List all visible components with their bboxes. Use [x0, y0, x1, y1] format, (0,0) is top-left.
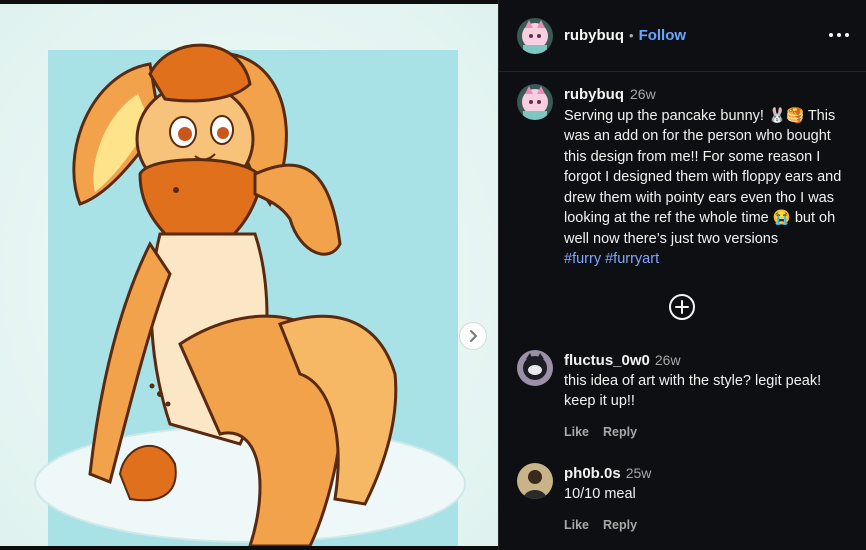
separator-dot: • [629, 28, 634, 43]
comment-item: ph0b.0s 25w 10/10 meal Like Reply [517, 463, 851, 535]
caption-body: rubybuq 26w Serving up the pancake bunny!… [564, 84, 851, 270]
plus-circle-icon [675, 300, 689, 314]
avatar-image [517, 17, 553, 54]
comment-time[interactable]: 25w [626, 465, 652, 481]
author-avatar[interactable] [517, 17, 553, 54]
author-username[interactable]: rubybuq [564, 27, 624, 44]
avatar-image [517, 463, 553, 499]
comment-author[interactable]: fluctus_0w0 [564, 352, 650, 369]
post-details-panel: rubybuq • Follow rubybuq26w Serving up [498, 0, 866, 550]
post-image[interactable] [0, 4, 498, 546]
instagram-post-view: rubybuq • Follow rubybuq26w Serving up [0, 0, 866, 550]
avatar-image [517, 84, 553, 120]
reply-button[interactable]: Reply [603, 425, 637, 439]
bunny-artwork [0, 4, 498, 546]
comment-time[interactable]: 26w [655, 352, 681, 368]
reply-button[interactable]: Reply [603, 518, 637, 532]
commenter-avatar[interactable] [517, 350, 553, 386]
caption-author-avatar[interactable] [517, 84, 553, 120]
hashtag-link[interactable]: #furry [564, 251, 601, 267]
comment-actions: Like Reply [564, 422, 850, 442]
hashtag-link[interactable]: #furryart [605, 251, 659, 267]
follow-button[interactable]: Follow [639, 27, 687, 44]
chevron-right-icon [470, 330, 477, 342]
load-more-comments-button[interactable] [669, 294, 695, 320]
like-button[interactable]: Like [564, 518, 589, 532]
caption-text: Serving up the pancake bunny! 🐰🥞 This wa… [564, 107, 842, 247]
comment-body: ph0b.0s 25w 10/10 meal Like Reply [564, 463, 850, 535]
commenter-avatar[interactable] [517, 463, 553, 499]
next-image-button[interactable] [459, 322, 487, 350]
more-options-icon[interactable] [829, 30, 849, 40]
comment-actions: Like Reply [564, 515, 850, 535]
post-header: rubybuq • Follow [499, 0, 866, 72]
caption-author[interactable]: rubybuq [564, 86, 624, 103]
caption-time[interactable]: 26w [630, 86, 656, 102]
avatar-image [517, 350, 553, 386]
comment-item: fluctus_0w0 26w this idea of art with the… [517, 350, 851, 442]
like-button[interactable]: Like [564, 425, 589, 439]
comment-text: 10/10 meal [564, 486, 636, 502]
post-caption: rubybuq 26w Serving up the pancake bunny!… [517, 84, 851, 270]
comment-body: fluctus_0w0 26w this idea of art with the… [564, 350, 850, 442]
comment-text: this idea of art with the style? legit p… [564, 373, 822, 409]
comment-author[interactable]: ph0b.0s [564, 465, 621, 482]
